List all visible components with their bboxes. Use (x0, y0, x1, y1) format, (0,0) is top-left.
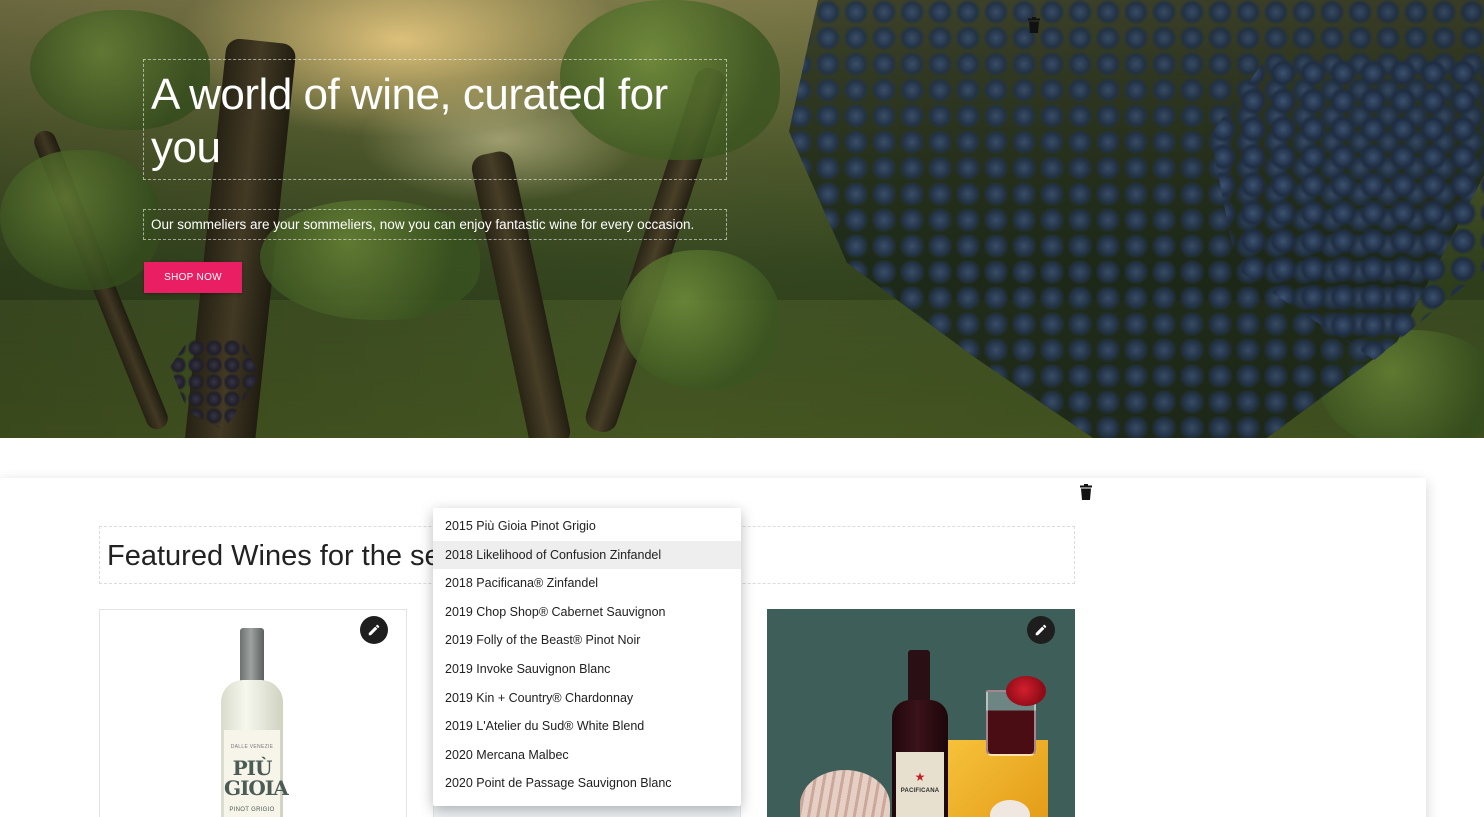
hero-banner: A world of wine, curated for you Our som… (0, 0, 1484, 438)
bottle-label-text: PACIFICANA (900, 788, 940, 794)
dropdown-option[interactable]: 2015 Più Gioia Pinot Grigio (433, 512, 741, 541)
dropdown-option[interactable]: 2019 Kin + Country® Chardonnay (433, 684, 741, 713)
dropdown-option[interactable]: 2019 Folly of the Beast® Pinot Noir (433, 626, 741, 655)
bottle-label-text: PIÙ GIOIA (224, 756, 289, 800)
dropdown-option[interactable]: 2019 Chop Shop® Cabernet Sauvignon (433, 598, 741, 627)
bottle-label (896, 752, 944, 817)
wine-bottle-neck (240, 628, 264, 688)
pencil-icon (1035, 624, 1047, 636)
dropdown-option[interactable]: 2018 Pacificana® Zinfandel (433, 569, 741, 598)
dropdown-option[interactable]: 2020 Mercana Malbec (433, 741, 741, 770)
edit-button[interactable] (360, 616, 388, 644)
dropdown-option-highlighted[interactable]: 2018 Likelihood of Confusion Zinfandel (433, 540, 741, 570)
pencil-icon (368, 624, 380, 636)
bottle-label-varietal: PINOT GRIGIO (229, 807, 275, 813)
hero-title: A world of wine, curated for you (151, 70, 668, 172)
edit-button[interactable] (1027, 616, 1055, 644)
red-flower (1006, 676, 1046, 706)
star-icon: ★ (914, 770, 926, 784)
bottle-label-small-text: DALLE VENEZIE (230, 744, 274, 750)
trash-icon[interactable] (1027, 17, 1041, 33)
hero-subtitle: Our sommeliers are your sommeliers, now … (151, 217, 695, 232)
dropdown-option[interactable]: 2020 Point de Passage Sauvignon Blanc (433, 769, 741, 798)
wine-select-dropdown[interactable]: 2015 Più Gioia Pinot Grigio 2018 Likelih… (433, 508, 741, 806)
dropdown-option[interactable]: 2019 L'Atelier du Sud® White Blend (433, 712, 741, 741)
dropdown-option[interactable]: 2019 Invoke Sauvignon Blanc (433, 655, 741, 684)
trash-icon[interactable] (1079, 484, 1093, 500)
shop-now-button[interactable]: SHOP NOW (144, 262, 242, 293)
page: A world of wine, curated for you Our som… (0, 0, 1484, 817)
